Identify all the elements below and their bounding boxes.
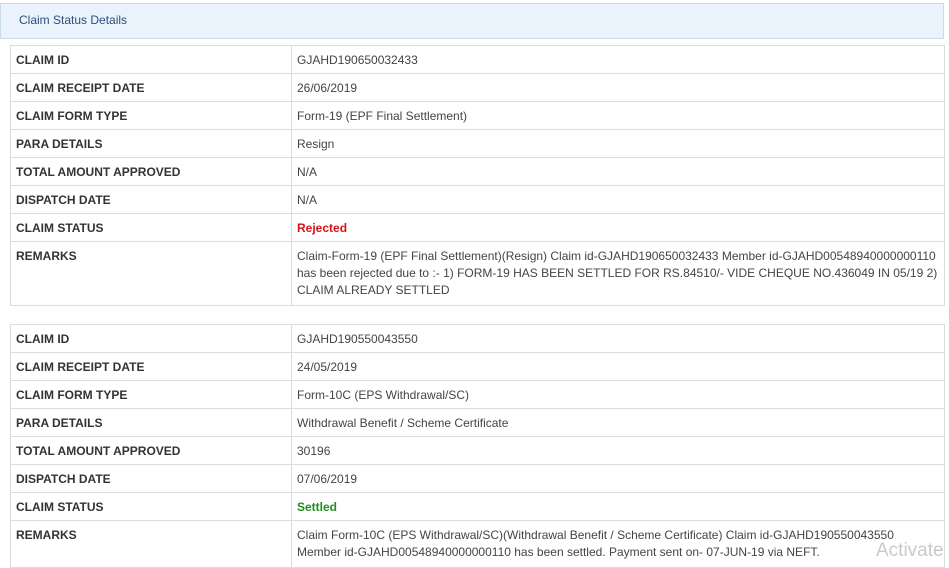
table-row: REMARKS Claim-Form-19 (EPF Final Settlem… <box>10 241 945 306</box>
table-row: DISPATCH DATE 07/06/2019 <box>10 464 945 493</box>
claim-form-type-value: Form-10C (EPS Withdrawal/SC) <box>291 380 945 409</box>
table-row: TOTAL AMOUNT APPROVED 30196 <box>10 436 945 465</box>
dispatch-date-label: DISPATCH DATE <box>10 185 292 214</box>
claim-status-value: Settled <box>297 499 338 514</box>
total-amount-label: TOTAL AMOUNT APPROVED <box>10 436 292 465</box>
claim-details-table: CLAIM ID GJAHD190650032433 CLAIM RECEIPT… <box>10 45 945 306</box>
claim-status-label: CLAIM STATUS <box>10 492 292 521</box>
claim-form-type-label: CLAIM FORM TYPE <box>10 101 292 130</box>
table-row: CLAIM RECEIPT DATE 24/05/2019 <box>10 352 945 381</box>
total-amount-label: TOTAL AMOUNT APPROVED <box>10 157 292 186</box>
total-amount-value: N/A <box>291 157 945 186</box>
claim-status-value: Rejected <box>297 220 348 235</box>
table-row: CLAIM FORM TYPE Form-19 (EPF Final Settl… <box>10 101 945 130</box>
table-row: CLAIM ID GJAHD190550043550 <box>10 324 945 353</box>
remarks-label: REMARKS <box>10 520 292 568</box>
para-details-value: Resign <box>291 129 945 158</box>
table-row: CLAIM RECEIPT DATE 26/06/2019 <box>10 73 945 102</box>
dispatch-date-label: DISPATCH DATE <box>10 464 292 493</box>
claim-receipt-date-label: CLAIM RECEIPT DATE <box>10 73 292 102</box>
para-details-label: PARA DETAILS <box>10 408 292 437</box>
table-row: PARA DETAILS Withdrawal Benefit / Scheme… <box>10 408 945 437</box>
claim-status-label: CLAIM STATUS <box>10 213 292 242</box>
table-row: CLAIM ID GJAHD190650032433 <box>10 45 945 74</box>
table-row: CLAIM STATUS Rejected <box>10 213 945 242</box>
total-amount-value: 30196 <box>291 436 945 465</box>
claim-details-table: CLAIM ID GJAHD190550043550 CLAIM RECEIPT… <box>10 324 945 568</box>
table-row: CLAIM STATUS Settled <box>10 492 945 521</box>
remarks-value: Claim Form-10C (EPS Withdrawal/SC)(Withd… <box>291 520 945 568</box>
claim-receipt-date-value: 24/05/2019 <box>291 352 945 381</box>
para-details-value: Withdrawal Benefit / Scheme Certificate <box>291 408 945 437</box>
claim-id-value: GJAHD190550043550 <box>291 324 945 353</box>
dispatch-date-value: 07/06/2019 <box>291 464 945 493</box>
table-row: PARA DETAILS Resign <box>10 129 945 158</box>
remarks-value: Claim-Form-19 (EPF Final Settlement)(Res… <box>291 241 945 306</box>
claim-form-type-value: Form-19 (EPF Final Settlement) <box>291 101 945 130</box>
para-details-label: PARA DETAILS <box>10 129 292 158</box>
table-row: REMARKS Claim Form-10C (EPS Withdrawal/S… <box>10 520 945 568</box>
claim-receipt-date-label: CLAIM RECEIPT DATE <box>10 352 292 381</box>
claim-status-panel-header: Claim Status Details <box>0 3 944 39</box>
panel-title: Claim Status Details <box>19 13 128 27</box>
table-row: DISPATCH DATE N/A <box>10 185 945 214</box>
activation-watermark: Activate <box>876 540 944 561</box>
claim-id-label: CLAIM ID <box>10 324 292 353</box>
claim-id-value: GJAHD190650032433 <box>291 45 945 74</box>
claim-form-type-label: CLAIM FORM TYPE <box>10 380 292 409</box>
claim-receipt-date-value: 26/06/2019 <box>291 73 945 102</box>
claim-id-label: CLAIM ID <box>10 45 292 74</box>
table-row: TOTAL AMOUNT APPROVED N/A <box>10 157 945 186</box>
remarks-label: REMARKS <box>10 241 292 306</box>
table-row: CLAIM FORM TYPE Form-10C (EPS Withdrawal… <box>10 380 945 409</box>
dispatch-date-value: N/A <box>291 185 945 214</box>
